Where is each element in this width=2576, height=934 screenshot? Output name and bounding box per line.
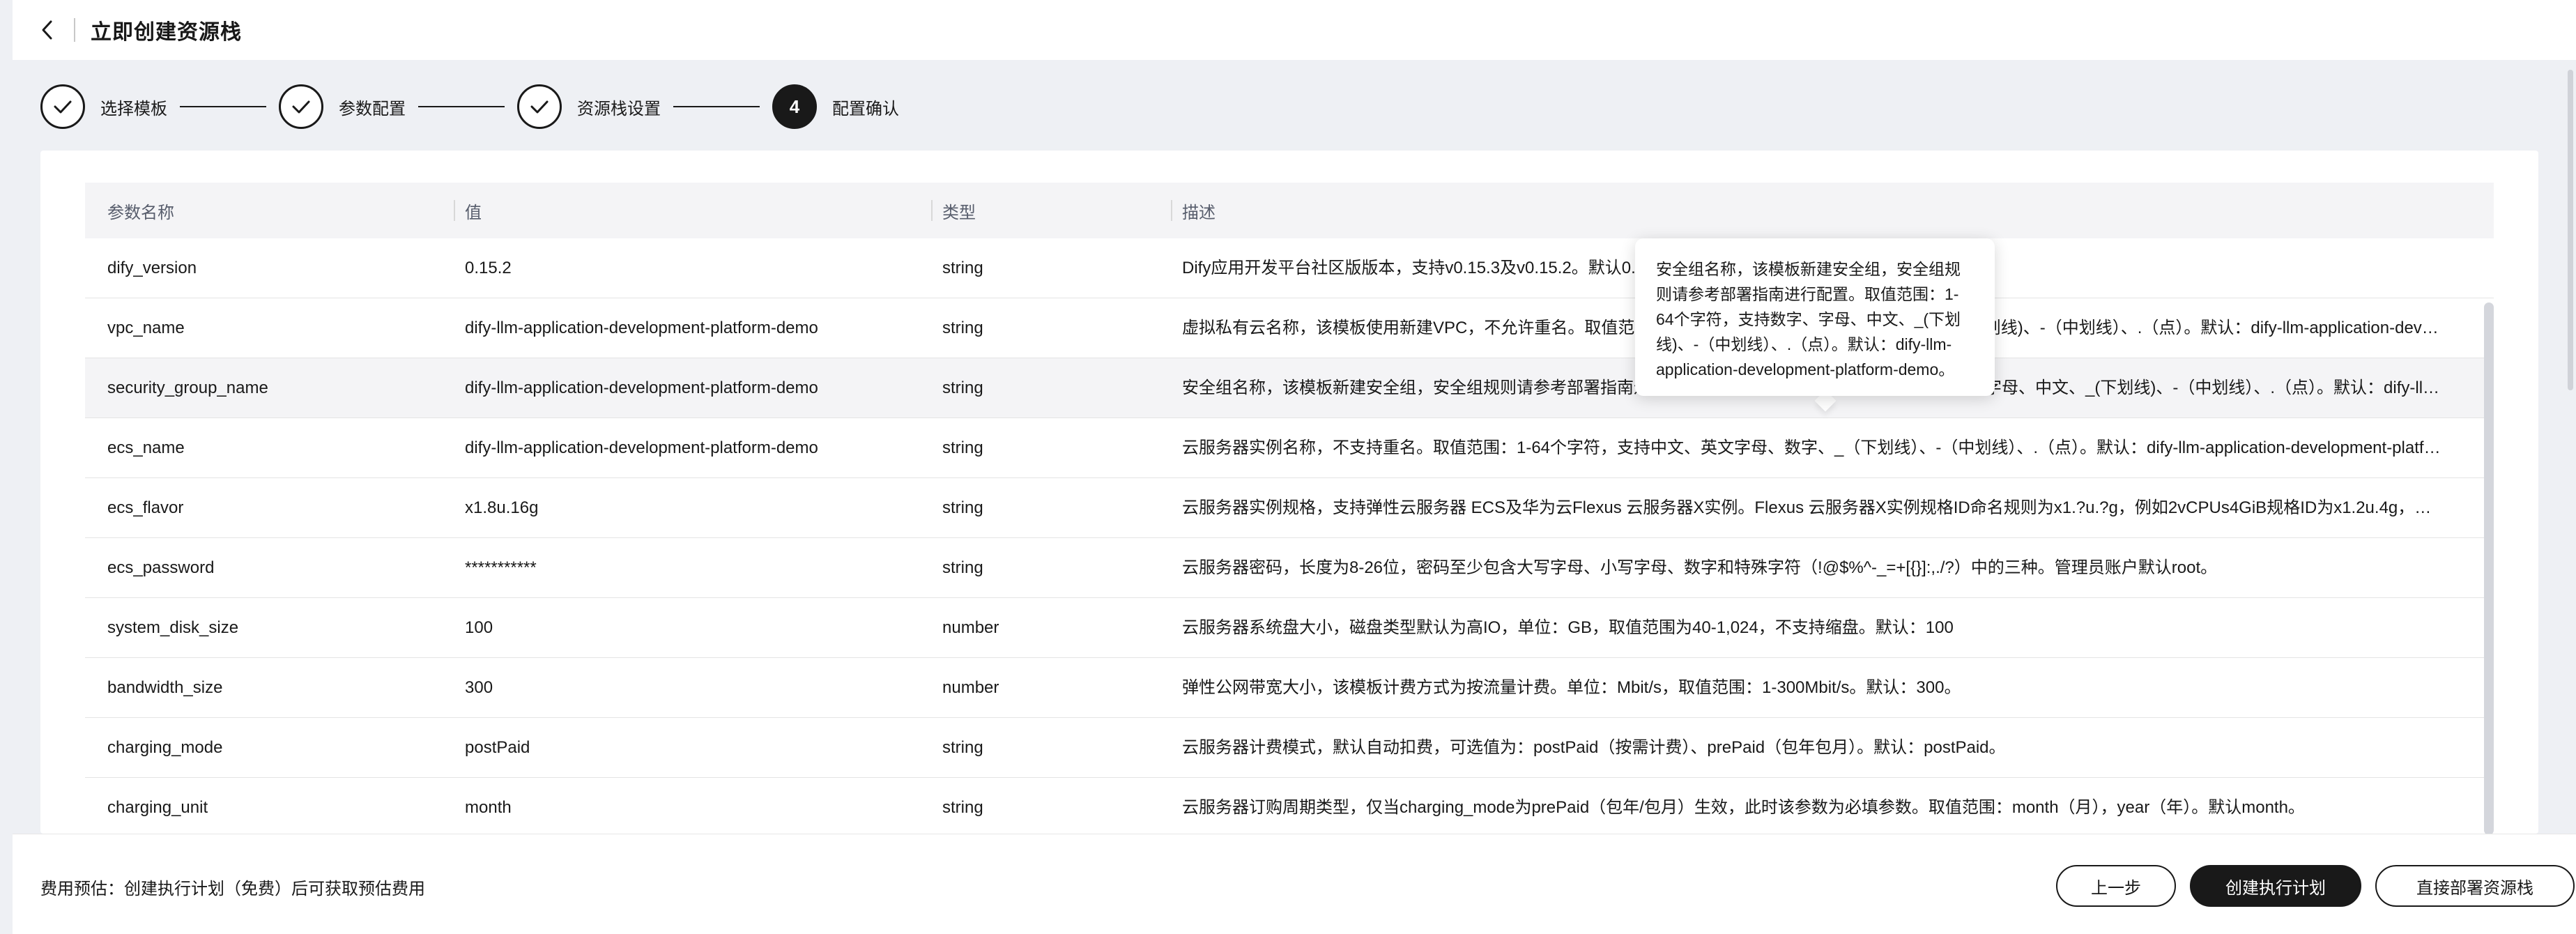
step-done-circle (279, 84, 323, 129)
column-header-description: 描述 (1171, 183, 1216, 238)
param-name: system_disk_size (107, 618, 239, 637)
table-row: bandwidth_size 300 number 弹性公网带宽大小，该模板计费… (85, 658, 2494, 718)
param-description[interactable]: 弹性公网带宽大小，该模板计费方式为按流量计费。单位：Mbit/s，取值范围：1-… (1182, 658, 2448, 718)
param-value: *********** (465, 558, 537, 577)
param-description[interactable]: 云服务器系统盘大小，磁盘类型默认为高IO，单位：GB，取值范围为40-1,024… (1182, 598, 2448, 658)
step-parameter-config: 参数配置 (279, 84, 406, 129)
param-description[interactable]: 云服务器实例名称，不支持重名。取值范围：1-64个字符，支持中文、英文字母、数字… (1182, 418, 2448, 478)
param-type: number (942, 618, 999, 637)
column-separator (454, 200, 455, 221)
param-name: security_group_name (107, 378, 268, 397)
table-row: ecs_flavor x1.8u.16g string 云服务器实例规格，支持弹… (85, 478, 2494, 538)
table-row: dify_version 0.15.2 string Dify应用开发平台社区版… (85, 238, 2494, 298)
column-separator (1171, 200, 1172, 221)
check-icon (530, 100, 549, 114)
previous-step-button[interactable]: 上一步 (2056, 865, 2176, 907)
table-row: vpc_name dify-llm-application-developmen… (85, 298, 2494, 358)
step-connector (180, 106, 266, 107)
step-done-circle (40, 84, 85, 129)
parameter-card: 参数名称 值 类型 描述 dify_version 0.15.2 string … (40, 151, 2538, 834)
param-type: string (942, 378, 983, 397)
page-title: 立即创建资源栈 (91, 21, 242, 44)
param-description[interactable]: 云服务器计费模式，默认自动扣费，可选值为：postPaid（按需计费）、preP… (1182, 718, 2448, 778)
table-scrollbar[interactable] (2484, 303, 2494, 834)
param-type: string (942, 438, 983, 457)
column-separator (931, 200, 933, 221)
chevron-left-icon (42, 20, 52, 40)
content-area: 选择模板 参数配置 资源栈设置 4 配置确认 参数名称 值 类型 描述 dify… (13, 60, 2576, 834)
param-value: month (465, 798, 512, 817)
step-label: 选择模板 (100, 99, 167, 118)
stepper: 选择模板 参数配置 资源栈设置 4 配置确认 (40, 84, 899, 130)
param-description[interactable]: 云服务器实例规格，支持弹性云服务器 ECS及华为云Flexus 云服务器X实例。… (1182, 478, 2448, 538)
parameter-table: 参数名称 值 类型 描述 dify_version 0.15.2 string … (85, 151, 2494, 834)
column-header-name: 参数名称 (107, 203, 174, 222)
step-done-circle (517, 84, 562, 129)
page-header: 立即创建资源栈 (13, 0, 2576, 60)
page-scrollbar[interactable] (2568, 70, 2573, 390)
param-value: 100 (465, 618, 493, 637)
param-name: vpc_name (107, 319, 185, 337)
param-value: x1.8u.16g (465, 498, 539, 517)
param-value: 300 (465, 678, 493, 697)
table-row: system_disk_size 100 number 云服务器系统盘大小，磁盘… (85, 598, 2494, 658)
param-value: dify-llm-application-development-platfor… (465, 378, 818, 397)
table-header: 参数名称 值 类型 描述 (85, 183, 2494, 238)
param-name: dify_version (107, 259, 197, 277)
step-connector (418, 106, 505, 107)
step-select-template: 选择模板 (40, 84, 167, 129)
back-button[interactable] (31, 13, 64, 47)
column-header-label: 值 (465, 203, 482, 222)
param-type: string (942, 798, 983, 817)
param-description[interactable]: 云服务器密码，长度为8-26位，密码至少包含大写字母、小写字母、数字和特殊字符（… (1182, 538, 2448, 598)
cost-estimate-note: 费用预估：创建执行计划（免费）后可获取预估费用 (40, 880, 425, 898)
param-description[interactable]: 云服务器订购周期类型，仅当charging_mode为prePaid（包年/包月… (1182, 778, 2448, 834)
param-value: dify-llm-application-development-platfor… (465, 438, 818, 457)
param-name: ecs_password (107, 558, 215, 577)
footer-bar: 费用预估：创建执行计划（免费）后可获取预估费用 上一步 创建执行计划 直接部署资… (13, 834, 2576, 934)
param-name: ecs_name (107, 438, 185, 457)
param-value: postPaid (465, 738, 530, 757)
table-row: charging_mode postPaid string 云服务器计费模式，默… (85, 718, 2494, 778)
deploy-stack-button[interactable]: 直接部署资源栈 (2375, 865, 2575, 907)
step-label: 配置确认 (832, 99, 899, 118)
param-type: string (942, 259, 983, 277)
column-header-label: 描述 (1182, 203, 1216, 222)
table-row-hovered: security_group_name dify-llm-application… (85, 358, 2494, 418)
column-header-type: 类型 (931, 183, 976, 238)
header-divider (74, 18, 75, 42)
create-execution-plan-button[interactable]: 创建执行计划 (2190, 865, 2361, 907)
param-name: charging_mode (107, 738, 223, 757)
step-confirm: 4 配置确认 (772, 84, 899, 129)
param-name: bandwidth_size (107, 678, 223, 697)
check-icon (54, 100, 72, 114)
check-icon (292, 100, 310, 114)
table-row: ecs_name dify-llm-application-developmen… (85, 418, 2494, 478)
param-value: dify-llm-application-development-platfor… (465, 319, 818, 337)
param-type: string (942, 738, 983, 757)
param-type: string (942, 319, 983, 337)
param-name: charging_unit (107, 798, 208, 817)
column-header-value: 值 (454, 183, 482, 238)
step-active-circle: 4 (772, 84, 817, 129)
page-root: 立即创建资源栈 选择模板 参数配置 资源栈设置 4 配置确认 参数名称 值 类型… (0, 0, 2576, 934)
param-type: string (942, 558, 983, 577)
table-body: dify_version 0.15.2 string Dify应用开发平台社区版… (85, 238, 2494, 834)
param-name: ecs_flavor (107, 498, 184, 517)
param-value: 0.15.2 (465, 259, 512, 277)
step-label: 资源栈设置 (577, 99, 661, 118)
table-row: ecs_password *********** string 云服务器密码，长… (85, 538, 2494, 598)
table-row: charging_unit month string 云服务器订购周期类型，仅当… (85, 778, 2494, 834)
step-connector (673, 106, 760, 107)
param-type: number (942, 678, 999, 697)
left-strip (0, 0, 13, 934)
param-type: string (942, 498, 983, 517)
column-header-label: 类型 (942, 203, 976, 222)
step-label: 参数配置 (339, 99, 406, 118)
step-stack-settings: 资源栈设置 (517, 84, 661, 129)
description-tooltip: 安全组名称，该模板新建安全组，安全组规则请参考部署指南进行配置。取值范围：1-6… (1635, 238, 1995, 396)
